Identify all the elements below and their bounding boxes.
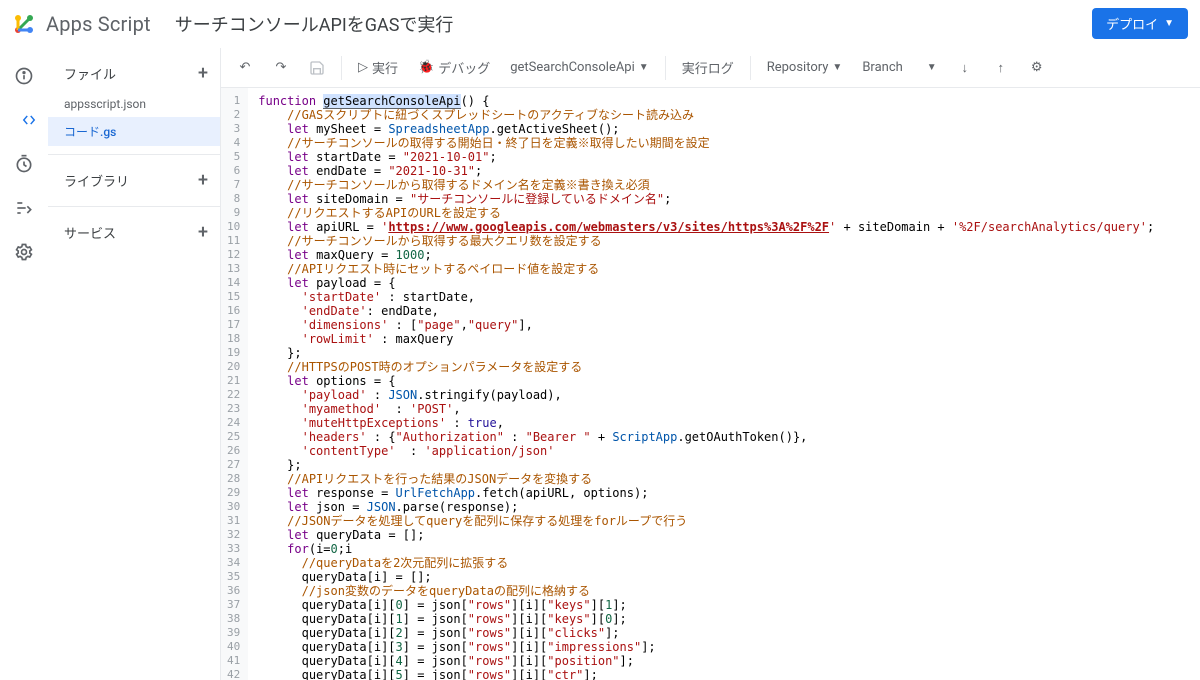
caret-down-icon: ▼ <box>639 62 649 73</box>
executions-icon[interactable] <box>12 196 36 220</box>
files-header: ファイル + <box>48 56 220 91</box>
files-label: ファイル <box>64 64 116 83</box>
debug-button[interactable]: 🐞 デバッグ <box>410 54 498 81</box>
caret-down-icon: ▼ <box>832 62 842 73</box>
repo-selector[interactable]: Repository ▼ <box>759 56 851 79</box>
exec-log-button[interactable]: 実行ログ <box>674 54 742 81</box>
deploy-button[interactable]: デプロイ ▼ <box>1092 8 1188 39</box>
function-selector[interactable]: getSearchConsoleApi ▼ <box>502 56 656 79</box>
file-item[interactable]: コード.gs <box>48 117 220 146</box>
line-gutter: 1234567891011121314151617181920212223242… <box>221 88 248 680</box>
editor-toolbar: ↶ ↷ ▷ 実行 🐞 デバッグ getSearchConsoleApi ▼ 実行… <box>221 48 1200 88</box>
brand: Apps Script <box>46 12 151 36</box>
play-icon: ▷ <box>358 60 368 75</box>
push-button[interactable]: ↑ <box>985 52 1017 84</box>
func-label: getSearchConsoleApi <box>510 60 635 75</box>
add-lib-button[interactable]: + <box>198 172 208 190</box>
run-button[interactable]: ▷ 実行 <box>350 54 406 81</box>
code-area[interactable]: function getSearchConsoleApi() { //GASスク… <box>248 88 1154 680</box>
debug-label: デバッグ <box>438 58 490 77</box>
branch-label: Branch <box>862 60 902 75</box>
services-label: サービス <box>64 223 116 242</box>
add-service-button[interactable]: + <box>198 224 208 242</box>
branch-selector[interactable]: Branch ▼ <box>854 56 944 79</box>
apps-script-logo-icon <box>12 12 36 36</box>
sidebar: ファイル + appsscript.json コード.gs ライブラリ + サー… <box>48 48 220 680</box>
run-label: 実行 <box>372 58 398 77</box>
repo-label: Repository <box>767 60 829 75</box>
add-file-button[interactable]: + <box>198 65 208 83</box>
undo-button[interactable]: ↶ <box>229 52 261 84</box>
libs-header: ライブラリ + <box>48 163 220 198</box>
left-rail <box>0 48 48 680</box>
header: Apps Script サーチコンソールAPIをGASで実行 デプロイ ▼ <box>0 0 1200 48</box>
redo-button[interactable]: ↷ <box>265 52 297 84</box>
caret-down-icon: ▼ <box>1164 18 1174 29</box>
triggers-icon[interactable] <box>12 152 36 176</box>
page-title[interactable]: サーチコンソールAPIをGASで実行 <box>175 11 454 37</box>
git-settings-icon[interactable]: ⚙ <box>1021 52 1053 84</box>
caret-down-icon: ▼ <box>927 62 937 73</box>
deploy-label: デプロイ <box>1106 14 1158 33</box>
services-header: サービス + <box>48 215 220 250</box>
editor-icon[interactable] <box>12 108 36 132</box>
code-editor[interactable]: 1234567891011121314151617181920212223242… <box>221 88 1200 680</box>
bug-icon: 🐞 <box>418 60 434 75</box>
pull-button[interactable]: ↓ <box>949 52 981 84</box>
libs-label: ライブラリ <box>64 171 129 190</box>
settings-icon[interactable] <box>12 240 36 264</box>
save-button[interactable] <box>301 52 333 84</box>
info-icon[interactable] <box>12 64 36 88</box>
file-item[interactable]: appsscript.json <box>48 91 220 117</box>
log-label: 実行ログ <box>682 58 734 77</box>
